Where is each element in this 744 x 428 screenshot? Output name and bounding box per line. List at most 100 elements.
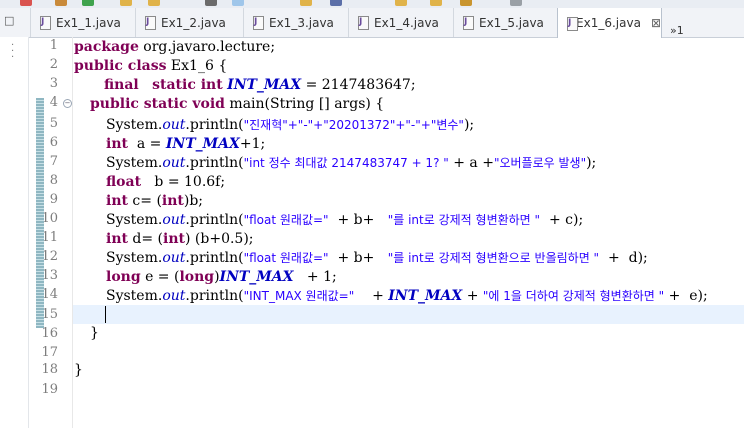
code-line-4: public static void main(String [] args) … (90, 95, 384, 114)
static-field: out (162, 288, 186, 304)
code-line-3: final static int INT_MAX = 2147483647; (104, 76, 416, 95)
keyword: final (104, 77, 139, 93)
toolbar-button[interactable] (20, 0, 32, 6)
toolbar-button[interactable] (205, 0, 217, 6)
code-text: c= ( (127, 193, 162, 209)
keyword: public static void (90, 96, 225, 112)
code-line-18: } (74, 361, 83, 380)
keyword: float (106, 174, 142, 190)
toolbar-button[interactable] (460, 0, 472, 6)
line-number: 19 (41, 382, 58, 397)
code-text: )b; (183, 193, 204, 209)
code-text: + a + (448, 155, 494, 171)
java-file-icon (39, 16, 51, 30)
toolbar-button[interactable] (510, 0, 522, 6)
code-text: b = 10.6f; (141, 174, 226, 190)
keyword: int (106, 193, 128, 209)
tab-ex1-6[interactable]: Ex1_6.java ⊠ (557, 8, 662, 38)
toolbar-button[interactable] (430, 0, 442, 6)
line-number: 17 (41, 345, 58, 360)
code-line-1: package org.javaro.lecture; (74, 38, 275, 57)
ruler-divider (72, 37, 73, 428)
code-text: + c); (540, 212, 584, 228)
code-text: .println( (185, 250, 244, 266)
static-field: out (162, 117, 186, 133)
static-field: INT_MAX (227, 77, 302, 93)
string-literal: "오버플로우 발생" (493, 156, 587, 170)
code-line-13: long e = (long)INT_MAX + 1; (106, 268, 337, 287)
code-line-16: } (90, 324, 99, 343)
static-field: INT_MAX (219, 269, 294, 285)
keyword: int (163, 231, 185, 247)
code-text: d= ( (127, 231, 164, 247)
code-line-11: int d= (int) (b+0.5); (106, 230, 254, 249)
keyword: package (74, 39, 139, 55)
editor-tab-bar: □ Ex1_1.java Ex1_2.java Ex1_3.java Ex1_4… (0, 8, 744, 38)
keyword: long (179, 269, 215, 285)
code-text: .println( (185, 117, 244, 133)
code-line-2: public class Ex1_6 { (74, 57, 227, 76)
line-number: 3 (49, 76, 58, 91)
quick-diff-bar (36, 98, 44, 328)
code-text: } (90, 325, 99, 341)
tab-ex1-2[interactable]: Ex1_2.java (135, 8, 243, 37)
fold-collapse-icon[interactable]: − (63, 99, 72, 108)
code-text: System. (106, 212, 163, 228)
string-literal: "진재혁"+"-"+"20201372"+"-"+"변수" (243, 118, 464, 132)
drag-handle-icon[interactable]: · · · (11, 41, 14, 63)
line-number: 16 (41, 326, 58, 341)
toolbar-button[interactable] (395, 0, 407, 6)
code-text: System. (106, 117, 163, 133)
string-literal: "int 정수 최대값 2147483747 + 1? " (243, 156, 449, 170)
tab-ex1-4[interactable]: Ex1_4.java (348, 8, 453, 37)
code-line-14: System.out.println("INT_MAX 원래값=" + INT_… (106, 287, 708, 306)
code-text: System. (106, 250, 163, 266)
code-text: Ex1_6 { (166, 58, 228, 74)
keyword: public class (74, 58, 167, 74)
left-side-bar: · · · (0, 37, 29, 428)
code-line-12: System.out.println("float 원래값=" + b+ "를 … (106, 249, 648, 268)
toolbar-button[interactable] (300, 0, 312, 6)
code-line-7: System.out.println("int 정수 최대값 214748374… (106, 154, 596, 173)
java-file-icon (252, 16, 264, 30)
close-tab-icon[interactable]: ⊠ (651, 16, 661, 30)
java-file-icon (357, 16, 369, 30)
code-text: .println( (185, 288, 244, 304)
minimize-icon[interactable]: □ (4, 15, 16, 27)
code-line-5: System.out.println("진재혁"+"-"+"20201372"+… (106, 116, 474, 135)
keyword: int (106, 231, 128, 247)
tab-ex1-5[interactable]: Ex1_5.java (453, 8, 557, 37)
code-editor[interactable]: package org.javaro.lecture; public class… (74, 37, 744, 428)
tab-overflow-button[interactable]: »1 (670, 24, 684, 37)
code-text: } (74, 362, 83, 378)
code-text: + b+ (328, 250, 388, 266)
toolbar-button[interactable] (232, 0, 244, 6)
code-text: + 1; (293, 269, 337, 285)
line-number: 1 (49, 38, 58, 53)
tab-ex1-3[interactable]: Ex1_3.java (243, 8, 348, 37)
keyword: long (106, 269, 141, 285)
code-text: + b+ (328, 212, 388, 228)
tab-label: Ex1_4.java (374, 15, 439, 30)
code-text: ) (b+0.5); (185, 231, 254, 247)
code-text: = 2147483647; (301, 77, 416, 93)
keyword: int (106, 136, 128, 152)
toolbar-button[interactable] (148, 0, 160, 6)
static-field: out (162, 155, 186, 171)
tab-ex1-1[interactable]: Ex1_1.java (30, 8, 135, 37)
line-number: 2 (49, 57, 58, 72)
toolbar-button[interactable] (330, 0, 342, 6)
code-text: ); (463, 117, 475, 133)
static-field: out (162, 212, 186, 228)
tab-label: Ex1_3.java (269, 15, 334, 30)
java-file-icon (144, 16, 156, 30)
string-literal: "float 원래값=" (243, 251, 329, 265)
string-literal: "를 int로 강제적 형변환으로 반올림하면 " (387, 251, 600, 265)
toolbar-button[interactable] (55, 0, 67, 6)
code-text: ); (586, 155, 597, 171)
static-field: INT_MAX (165, 136, 240, 152)
toolbar-button[interactable] (82, 0, 94, 6)
toolbar-button[interactable] (120, 0, 132, 6)
code-text: + d); (599, 250, 648, 266)
java-file-icon (462, 16, 474, 30)
